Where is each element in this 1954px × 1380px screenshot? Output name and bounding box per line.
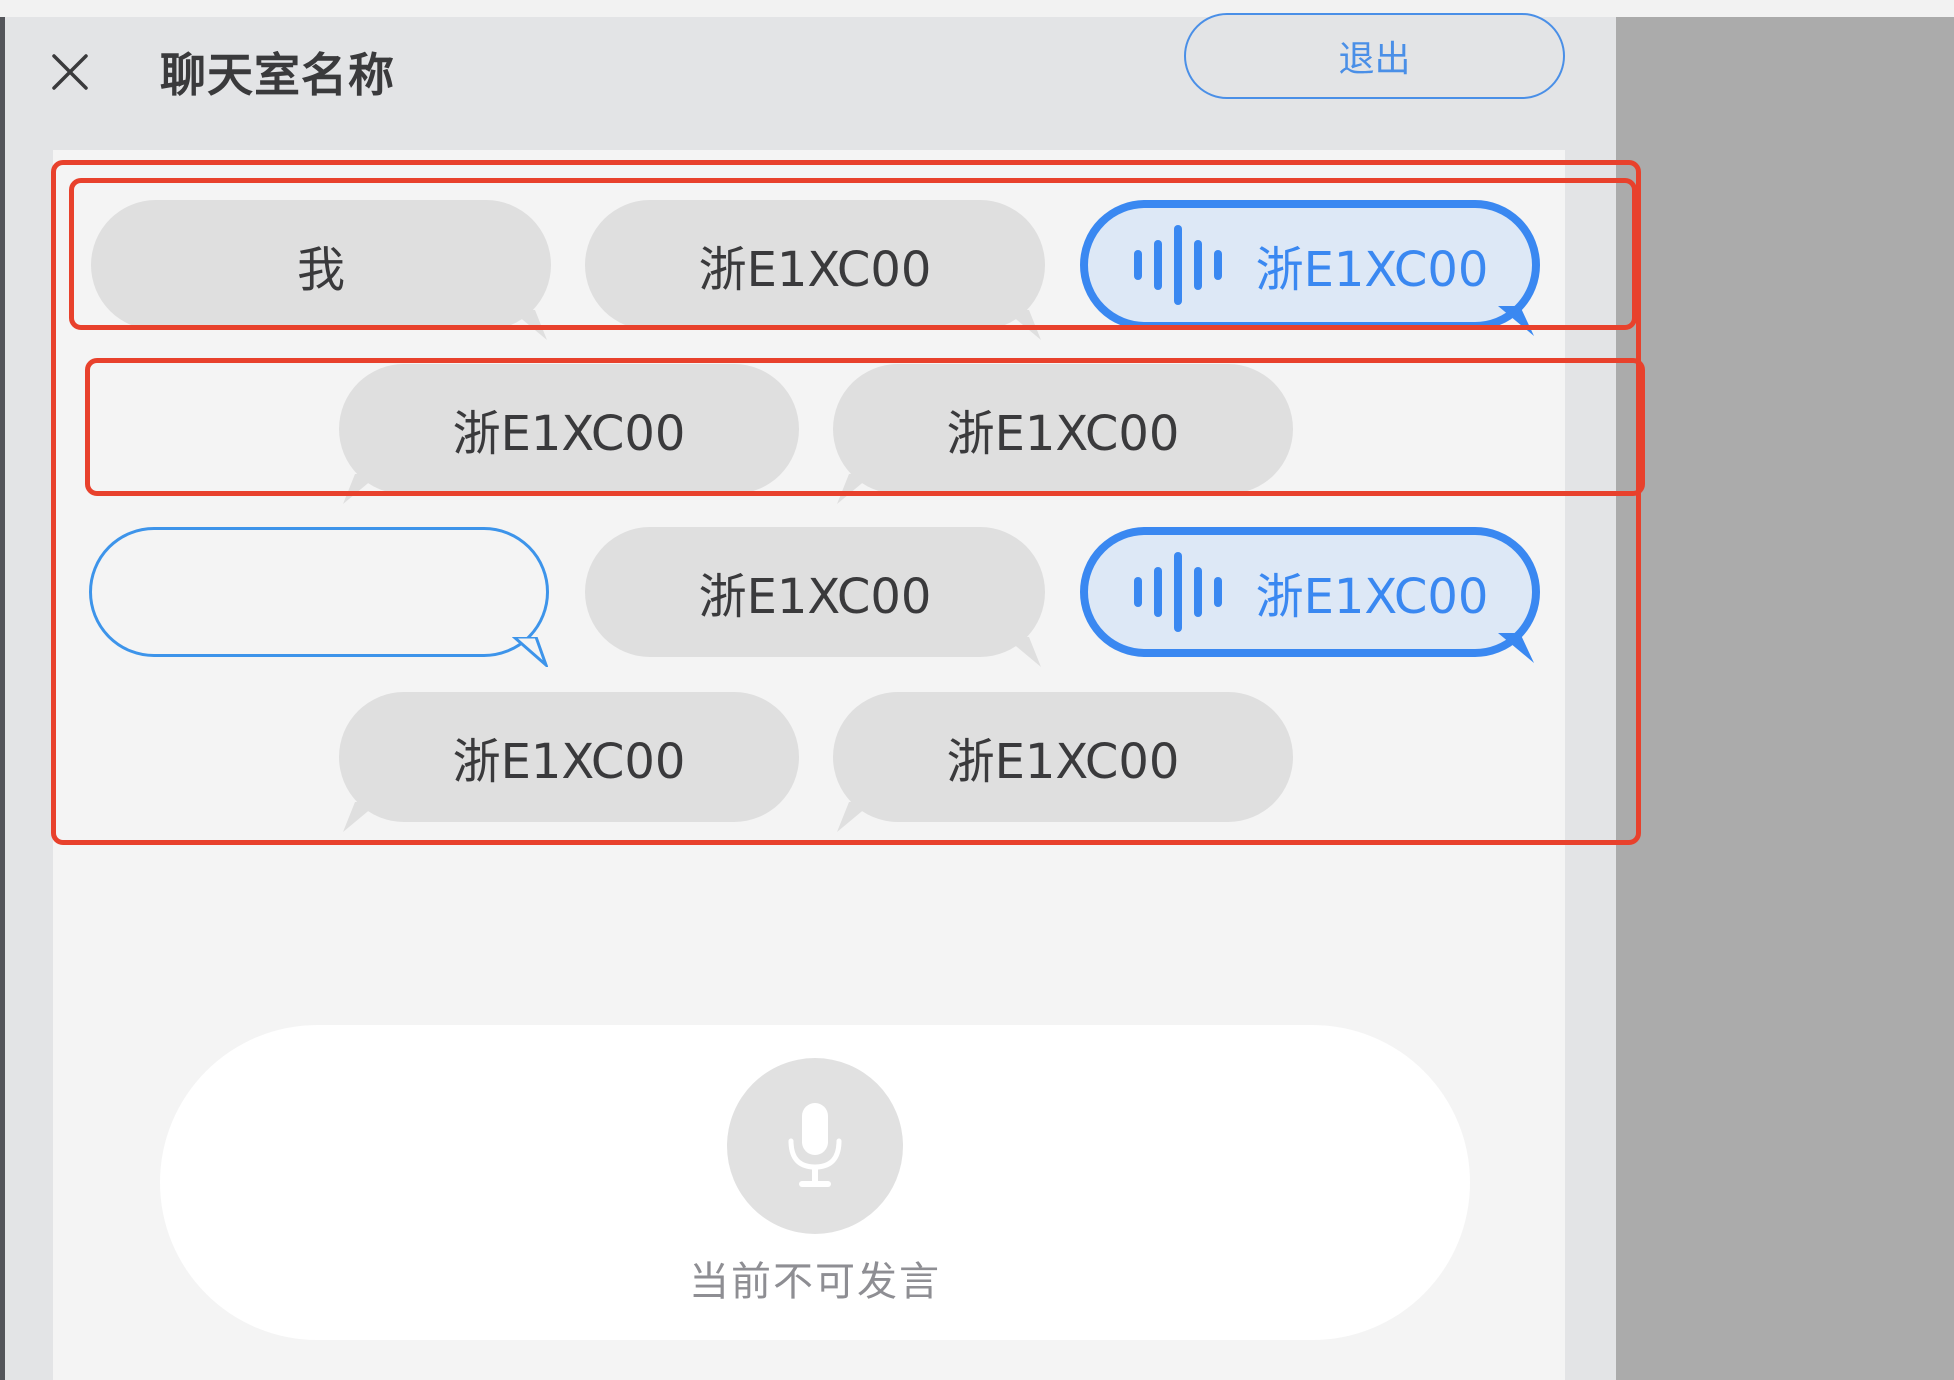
member-name: 我	[296, 242, 345, 298]
bubble-tail	[1498, 633, 1534, 663]
member-bubble[interactable]: 浙E1XC00	[833, 364, 1293, 504]
top-strip	[0, 0, 1954, 17]
member-bubble-me[interactable]: 我	[91, 200, 551, 340]
exit-button[interactable]: 退出	[1184, 13, 1565, 99]
member-name: 浙E1XC00	[698, 242, 932, 298]
speak-status-text: 当前不可发言	[689, 1259, 941, 1305]
member-name: 浙E1XC00	[946, 734, 1180, 790]
member-bubble[interactable]: 浙E1XC00	[585, 527, 1045, 667]
member-bubble[interactable]: 浙E1XC00	[339, 692, 799, 832]
member-name: 浙E1XC00	[698, 569, 932, 625]
page-title: 聊天室名称	[160, 48, 395, 102]
member-name: 浙E1XC00	[1255, 569, 1489, 625]
member-bubble[interactable]: 浙E1XC00	[585, 200, 1045, 340]
close-button[interactable]	[35, 37, 105, 107]
bubble-tail	[511, 310, 547, 340]
member-bubble-speaking[interactable]: 浙E1XC00	[1080, 200, 1540, 336]
member-name: 浙E1XC00	[1255, 242, 1489, 298]
chat-room-panel: 聊天室名称 退出 我 浙E1XC00 浙E1XC00 浙E1XC00 浙E1XC…	[5, 13, 1616, 1380]
member-name: 浙E1XC00	[946, 406, 1180, 462]
member-name: 浙E1XC00	[452, 734, 686, 790]
member-bubble-empty[interactable]	[89, 527, 549, 667]
bubble-tail	[1005, 310, 1041, 340]
bubble-tail	[343, 474, 379, 504]
voice-wave-icon	[1132, 225, 1222, 305]
member-bubble[interactable]: 浙E1XC00	[833, 692, 1293, 832]
bubble-tail	[343, 802, 379, 832]
close-icon	[52, 54, 88, 90]
bubble-tail	[837, 802, 873, 832]
bubble-tail	[512, 637, 548, 667]
microphone-icon	[788, 1103, 842, 1187]
member-bubble[interactable]: 浙E1XC00	[339, 364, 799, 504]
voice-wave-icon	[1132, 552, 1222, 632]
bubble-tail	[837, 474, 873, 504]
mic-button[interactable]	[727, 1058, 903, 1234]
member-bubble-speaking[interactable]: 浙E1XC00	[1080, 527, 1540, 663]
bubble-tail	[1005, 637, 1041, 667]
bubble-tail	[1498, 306, 1534, 336]
member-name: 浙E1XC00	[452, 406, 686, 462]
